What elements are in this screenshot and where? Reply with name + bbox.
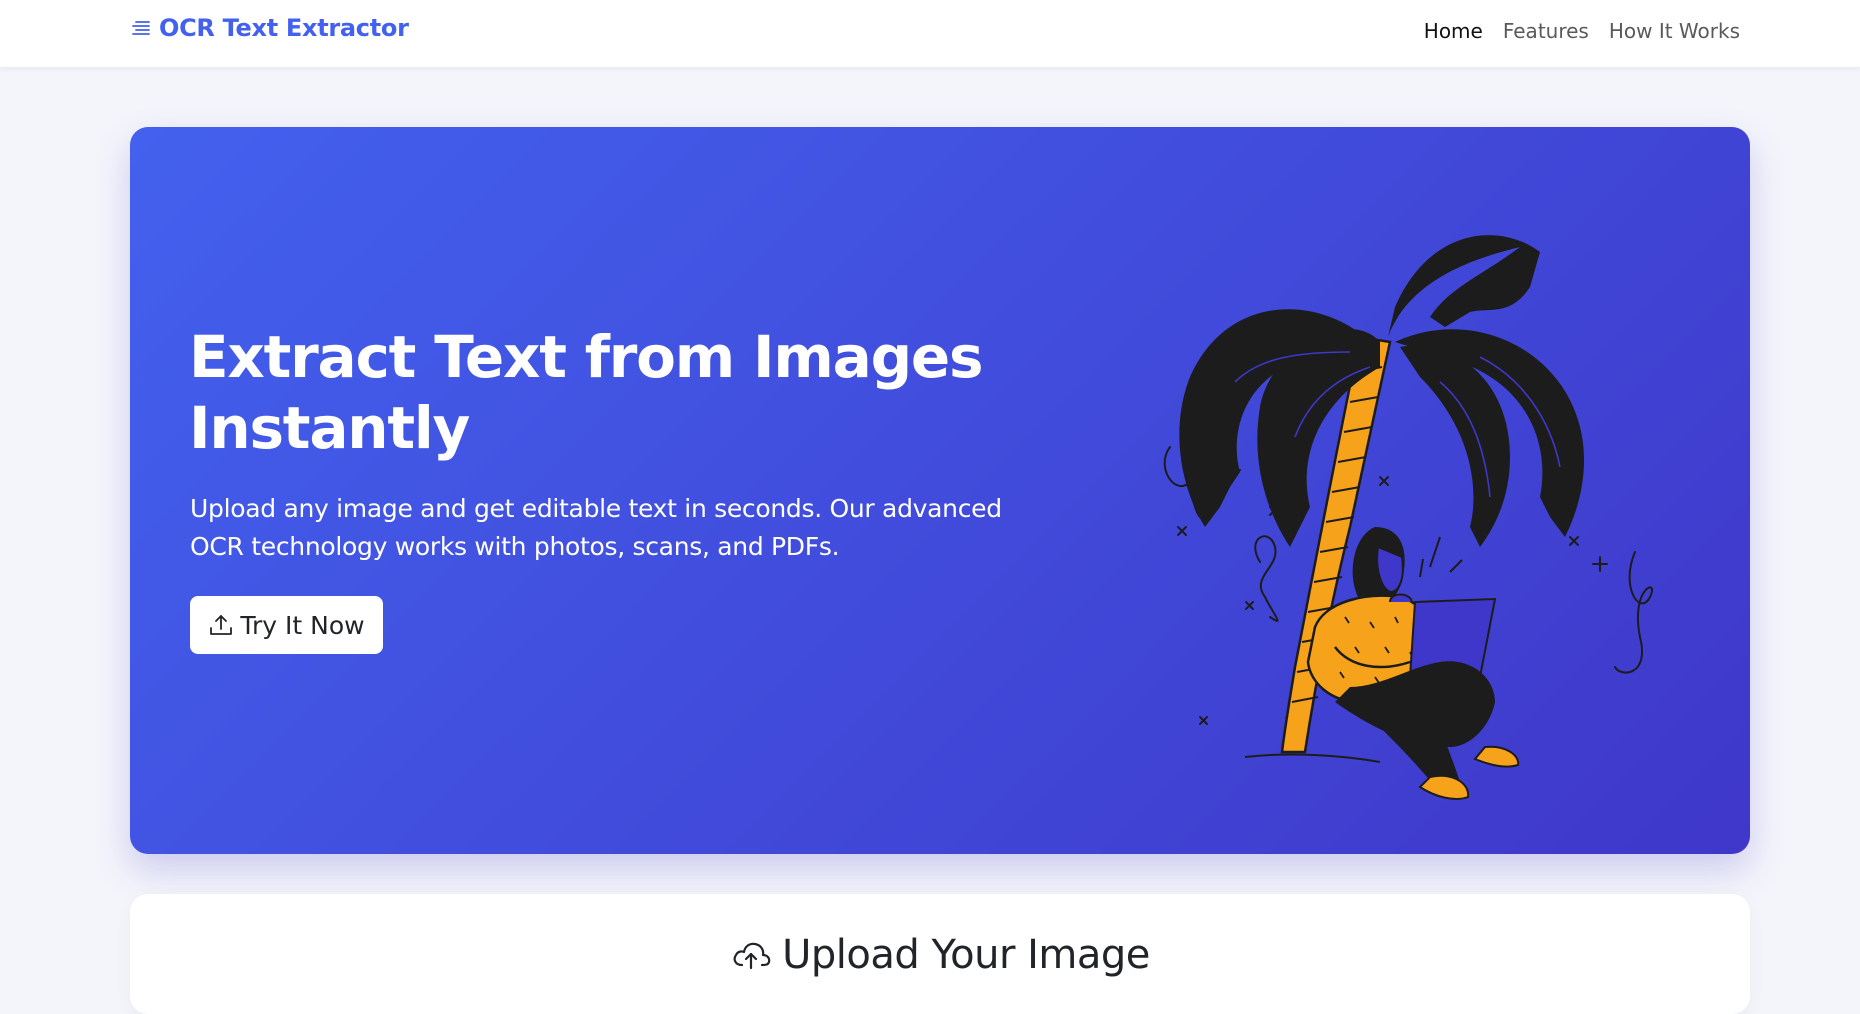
upload-title: Upload Your Image bbox=[782, 932, 1150, 978]
upload-icon bbox=[210, 615, 233, 635]
cloud-upload-icon bbox=[733, 942, 771, 970]
brand-title: OCR Text Extractor bbox=[159, 14, 409, 42]
brand-link[interactable]: OCR Text Extractor bbox=[130, 14, 409, 42]
nav-how-it-works[interactable]: How It Works bbox=[1609, 19, 1740, 43]
navbar: OCR Text Extractor Home Features How It … bbox=[0, 0, 1860, 67]
try-it-now-label: Try It Now bbox=[240, 610, 365, 640]
nav-home[interactable]: Home bbox=[1424, 19, 1483, 43]
upload-card: Upload Your Image bbox=[130, 894, 1750, 1014]
hero-title: Extract Text from Images Instantly bbox=[189, 322, 1049, 464]
hero-section: Extract Text from Images Instantly Uploa… bbox=[130, 127, 1750, 854]
nav-links: Home Features How It Works bbox=[1424, 19, 1740, 43]
hero-title-line2: Instantly bbox=[189, 394, 470, 462]
palm-tree-illustration bbox=[1163, 235, 1653, 800]
text-lines-icon bbox=[132, 21, 150, 35]
hero-title-line1: Extract Text from Images bbox=[189, 323, 984, 391]
hero-subtitle: Upload any image and get editable text i… bbox=[190, 494, 1002, 561]
nav-features[interactable]: Features bbox=[1503, 19, 1589, 43]
try-it-now-button[interactable]: Try It Now bbox=[190, 596, 383, 654]
upload-heading: Upload Your Image bbox=[130, 932, 1750, 978]
